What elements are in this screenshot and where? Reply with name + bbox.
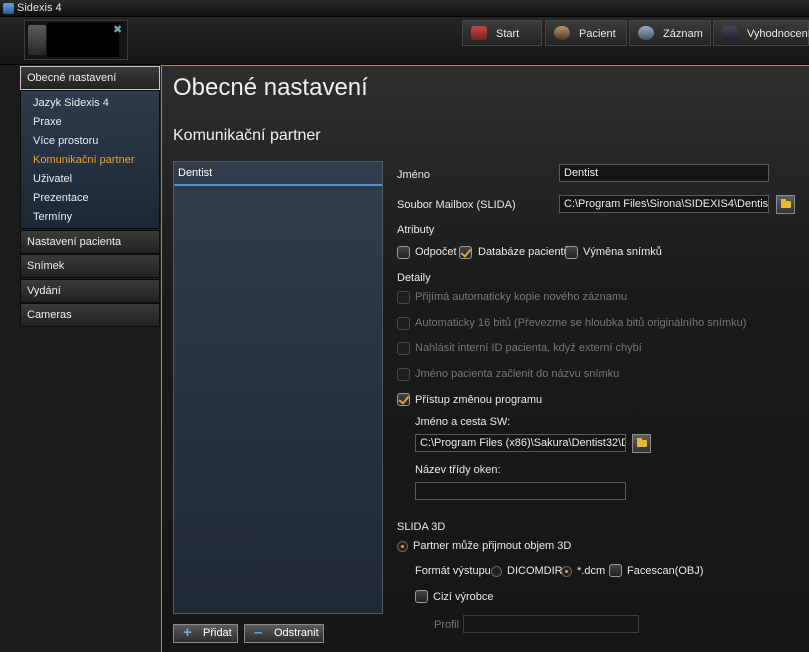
sw-path-label: Jméno a cesta SW: xyxy=(415,416,511,428)
sidebar-item-presentation[interactable]: Prezentace xyxy=(33,192,89,204)
attributes-heading: Atributy xyxy=(397,224,435,236)
close-patient-icon[interactable]: ✖ xyxy=(113,23,122,36)
program-access-label: Přístup změnou programu xyxy=(415,394,543,406)
window-title: Sidexis 4 xyxy=(17,2,62,14)
sidebar-item-communication-partner[interactable]: Komunikační partner xyxy=(33,154,135,166)
accept-3d-label: Partner může přijmout objem 3D xyxy=(413,540,572,552)
patient-db-label: Databáze pacientů xyxy=(478,246,570,258)
details-option-4-label: Jméno pacienta začlenit do názvu snímku xyxy=(415,368,620,380)
sidebar-header-cameras[interactable]: Cameras xyxy=(20,303,160,327)
sidebar-header-general[interactable]: Obecné nastavení xyxy=(20,66,160,90)
list-item[interactable]: Dentist xyxy=(174,162,382,186)
dcm-radio[interactable] xyxy=(561,566,572,577)
nav-pacient[interactable]: Pacient xyxy=(545,20,627,46)
folder-icon xyxy=(781,199,791,208)
details-option-3-checkbox xyxy=(397,342,410,355)
page-title: Obecné nastavení xyxy=(173,74,368,101)
name-field[interactable]: Dentist xyxy=(559,164,769,182)
profile-label: Profil xyxy=(434,619,460,631)
top-toolbar: ✖ Start Pacient Záznam Vyhodnocení xyxy=(0,17,809,65)
image-exchange-checkbox[interactable] xyxy=(565,246,578,259)
remove-button-label: Odstranit xyxy=(274,627,319,639)
mailbox-label: Soubor Mailbox (SLIDA) xyxy=(397,199,516,211)
details-option-1-label: Přijímá automaticky kopie nového záznamu xyxy=(415,291,628,303)
home-icon xyxy=(471,26,487,40)
sidebar-item-user[interactable]: Uživatel xyxy=(33,173,72,185)
nav-start[interactable]: Start xyxy=(462,20,542,46)
app-icon xyxy=(3,3,14,14)
main-panel: Obecné nastavení Komunikační partner Den… xyxy=(161,65,809,652)
sidebar-item-more-space[interactable]: Více prostoru xyxy=(33,135,98,147)
patient-name-redacted xyxy=(47,23,119,57)
sidebar-header-output[interactable]: Vydání xyxy=(20,279,160,303)
minus-icon: – xyxy=(254,624,263,641)
patient-db-checkbox[interactable] xyxy=(459,246,472,259)
sidebar-item-language[interactable]: Jazyk Sidexis 4 xyxy=(33,97,109,109)
count-checkbox[interactable] xyxy=(397,246,410,259)
facescan-label: Facescan(OBJ) xyxy=(627,565,704,577)
sidebar-header-image[interactable]: Snímek xyxy=(20,254,160,278)
window-class-label: Název třídy oken: xyxy=(415,464,501,476)
mailbox-field[interactable]: C:\Program Files\Sirona\SIDEXIS4\Dentist… xyxy=(559,195,769,213)
record-icon xyxy=(638,26,654,40)
plus-icon: + xyxy=(183,624,192,641)
sidebar-item-practice[interactable]: Praxe xyxy=(33,116,62,128)
application-window: Sidexis 4 ✖ Start Pacient Záznam Vyhodno… xyxy=(0,0,809,652)
settings-sidebar: Obecné nastavení Jazyk Sidexis 4 Praxe V… xyxy=(18,65,161,652)
nav-evaluation[interactable]: Vyhodnocení xyxy=(713,20,809,46)
details-option-4-checkbox xyxy=(397,368,410,381)
facescan-checkbox[interactable] xyxy=(609,564,622,577)
count-label: Odpočet xyxy=(415,246,457,258)
sw-path-browse-button[interactable] xyxy=(632,434,651,453)
details-heading: Detaily xyxy=(397,272,431,284)
evaluation-icon xyxy=(722,26,738,40)
dcm-label: *.dcm xyxy=(577,565,606,577)
accept-3d-radio[interactable] xyxy=(397,541,408,552)
slida3d-heading: SLIDA 3D xyxy=(397,521,446,533)
avatar xyxy=(28,25,46,55)
image-exchange-label: Výměna snímků xyxy=(583,246,662,258)
nav-zaznam[interactable]: Záznam xyxy=(629,20,711,46)
nav-start-label: Start xyxy=(496,28,520,40)
foreign-manufacturer-label: Cizí výrobce xyxy=(433,591,494,603)
patient-icon xyxy=(554,26,570,40)
dicomdir-radio[interactable] xyxy=(491,566,502,577)
details-option-1-checkbox xyxy=(397,291,410,304)
nav-evaluation-label: Vyhodnocení xyxy=(747,28,809,40)
partner-list[interactable]: Dentist xyxy=(173,161,383,614)
name-label: Jméno xyxy=(397,169,431,181)
profile-field xyxy=(463,615,639,633)
dicomdir-label: DICOMDIR xyxy=(507,565,563,577)
nav-zaznam-label: Záznam xyxy=(663,28,703,40)
sidebar-general-submenu: Jazyk Sidexis 4 Praxe Více prostoru Komu… xyxy=(20,90,160,229)
sw-path-field[interactable]: C:\Program Files (x86)\Sakura\Dentist32\… xyxy=(415,434,626,452)
window-class-field[interactable] xyxy=(415,482,626,500)
sidebar-header-patient[interactable]: Nastavení pacienta xyxy=(20,230,160,254)
section-title: Komunikační partner xyxy=(173,127,321,144)
add-button-label: Přidat xyxy=(203,627,232,639)
folder-icon xyxy=(637,438,647,447)
title-bar: Sidexis 4 xyxy=(0,0,809,17)
foreign-manufacturer-checkbox[interactable] xyxy=(415,590,428,603)
sidebar-item-appointments[interactable]: Termíny xyxy=(33,211,72,223)
output-format-label: Formát výstupu xyxy=(415,565,491,577)
current-patient[interactable]: ✖ xyxy=(24,20,128,60)
mailbox-browse-button[interactable] xyxy=(776,195,795,214)
remove-partner-button[interactable]: – Odstranit xyxy=(244,624,324,643)
details-option-2-checkbox xyxy=(397,317,410,330)
details-option-3-label: Nahlásit interní ID pacienta, když exter… xyxy=(415,342,642,354)
program-access-checkbox[interactable] xyxy=(397,393,410,406)
add-partner-button[interactable]: + Přidat xyxy=(173,624,238,643)
details-option-2-label: Automaticky 16 bitů (Převezme se hloubka… xyxy=(415,317,747,329)
nav-pacient-label: Pacient xyxy=(579,28,616,40)
